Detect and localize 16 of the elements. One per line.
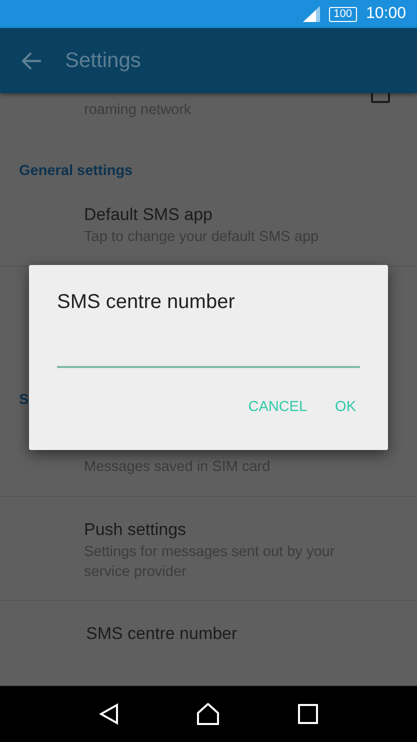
section-header: S [18,392,29,408]
setting-title[interactable]: SMS centre number [86,623,397,645]
ok-button[interactable]: OK [325,393,366,421]
cancel-button[interactable]: CANCEL [238,393,318,421]
setting-title[interactable]: Push settings [84,519,397,541]
screen-title: Settings [65,48,141,72]
section-header: General settings [18,163,133,179]
back-icon[interactable] [98,703,119,725]
setting-title[interactable]: Default SMS app [84,204,397,226]
dialog-title: SMS centre number [57,290,236,314]
signal-icon [302,6,320,22]
home-icon[interactable] [196,703,220,725]
back-arrow-icon[interactable] [22,52,42,70]
recents-icon[interactable] [298,704,318,724]
clock: 10:00 [366,5,406,23]
battery-icon: 100 [328,6,357,22]
